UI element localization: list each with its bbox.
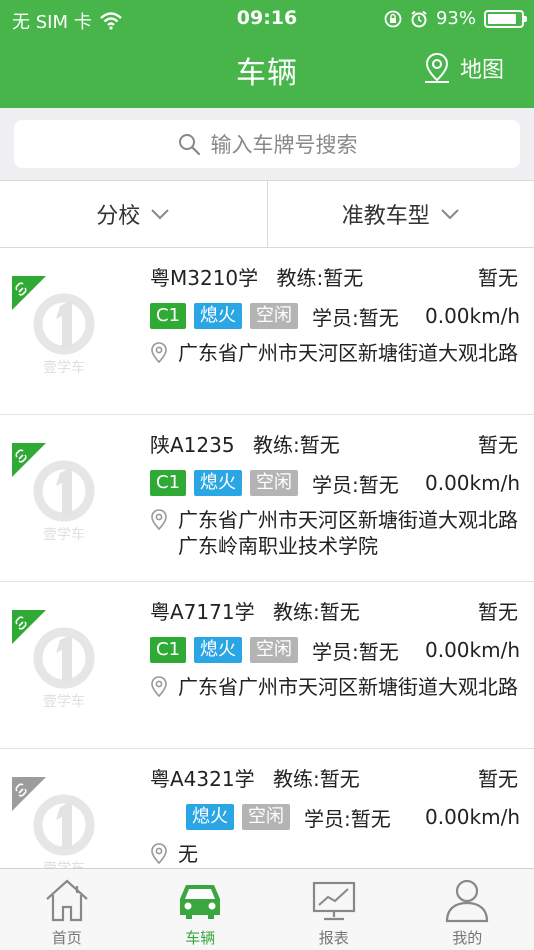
battery-percent: 93%: [435, 8, 476, 29]
usage-status-tag: 空闲: [242, 804, 290, 830]
search-input[interactable]: 输入车牌号搜索: [14, 120, 520, 168]
tab-profile[interactable]: 我的: [401, 869, 534, 950]
usage-status-tag: 空闲: [250, 470, 299, 496]
alarm-icon: [411, 10, 427, 27]
coach-label: 教练:暂无: [272, 600, 360, 624]
logo-text: 壹学车: [43, 693, 85, 710]
location-pin-icon: [151, 342, 167, 364]
chevron-down-icon: [151, 209, 169, 220]
tab-reports[interactable]: 报表: [267, 869, 401, 950]
logo-text: 壹学车: [43, 359, 85, 376]
map-button[interactable]: 地图: [422, 52, 504, 84]
vehicle-logo: 壹学车: [12, 777, 95, 868]
bottom-tab-bar: 首页 车辆 报表 我的: [0, 868, 534, 950]
plate-number: 粤M3210学: [150, 266, 259, 290]
search-bar: 输入车牌号搜索: [0, 108, 534, 180]
tab-label: 我的: [452, 929, 483, 947]
plate-number: 陕A1235: [150, 433, 235, 457]
filter-label: 分校: [96, 204, 141, 229]
address-text: 广东省广州市天河区新塘街道大观北路: [178, 675, 518, 699]
location-pin-icon: [151, 676, 167, 698]
address-text: 广东省广州市天河区新塘街道大观北路: [178, 341, 518, 365]
engine-status-tag: 熄火: [194, 637, 243, 663]
plate-number: 粤A7171学: [150, 600, 255, 624]
logo-text: 壹学车: [43, 526, 85, 543]
speed-value: 0.00km/h: [424, 805, 520, 829]
speed-value: 0.00km/h: [424, 304, 520, 328]
coach-label: 教练:暂无: [276, 266, 364, 290]
vehicle-item[interactable]: 壹学车 粤A7171学 教练:暂无 暂无 C1 熄火 空闲 学员:暂无 0.00…: [0, 582, 534, 749]
car-icon: [180, 885, 221, 919]
license-type-tag: C1: [150, 637, 187, 663]
top-bar: 无 SIM 卡 09:16 93% 车辆 地图: [0, 0, 534, 108]
plate-and-coach: 粤A4321学 教练:暂无: [150, 763, 360, 792]
vehicle-item[interactable]: 壹学车 陕A1235 教练:暂无 暂无 C1 熄火 空闲 学员:暂无 0.00k…: [0, 415, 534, 582]
tab-label: 车辆: [185, 929, 216, 947]
usage-status-tag: 空闲: [250, 637, 299, 663]
filter-label: 准教车型: [341, 204, 430, 229]
plate-and-coach: 粤M3210学 教练:暂无: [150, 262, 363, 291]
search-placeholder: 输入车牌号搜索: [210, 133, 358, 157]
user-icon: [446, 879, 489, 923]
speed-value: 0.00km/h: [424, 471, 520, 495]
vehicle-logo: 壹学车: [12, 443, 95, 543]
engine-status-tag: 熄火: [194, 303, 243, 329]
tab-home[interactable]: 首页: [0, 869, 134, 950]
usage-status-tag: 空闲: [250, 303, 299, 329]
map-pin-icon: [424, 52, 449, 83]
engine-status-tag: 熄火: [186, 804, 234, 830]
home-icon: [46, 879, 88, 922]
chevron-down-icon: [441, 209, 459, 220]
tab-vehicles[interactable]: 车辆: [134, 869, 268, 950]
student-label: 学员:暂无: [312, 305, 399, 330]
vehicle-item[interactable]: 壹学车 粤A4321学 教练:暂无 暂无 熄火 空闲 学员:暂无 0.00km/…: [0, 749, 534, 868]
plate-number: 粤A4321学: [150, 767, 255, 791]
battery-icon: [484, 9, 527, 28]
vehicle-logo: 壹学车: [12, 610, 95, 710]
filter-bar: 分校 准教车型: [0, 180, 534, 248]
address-text: 广东省广州市天河区新塘街道大观北路广东岭南职业技术学院: [178, 508, 518, 558]
engine-status-tag: 熄火: [194, 470, 243, 496]
vehicle-list: 壹学车 粤M3210学 教练:暂无 暂无 C1 熄火 空闲 学员:暂无 0.00…: [0, 248, 534, 868]
vehicle-status: 暂无: [478, 767, 518, 791]
coach-label: 教练:暂无: [252, 433, 340, 457]
address-text: 无: [178, 842, 198, 866]
chart-icon: [312, 881, 355, 921]
status-bar: 无 SIM 卡 09:16 93%: [0, 0, 534, 38]
vehicle-status: 暂无: [478, 266, 518, 290]
student-label: 学员:暂无: [312, 472, 399, 497]
plate-and-coach: 陕A1235 教练:暂无: [150, 429, 340, 458]
location-pin-icon: [151, 843, 167, 865]
tab-label: 首页: [51, 929, 82, 947]
filter-branch-school[interactable]: 分校: [0, 181, 267, 247]
student-label: 学员:暂无: [304, 806, 391, 831]
filter-vehicle-type[interactable]: 准教车型: [266, 181, 534, 247]
student-label: 学员:暂无: [312, 639, 399, 664]
coach-label: 教练:暂无: [272, 767, 360, 791]
license-type-tag: C1: [150, 303, 187, 329]
map-button-label: 地图: [459, 58, 504, 83]
logo-text: 壹学车: [43, 860, 85, 868]
location-pin-icon: [151, 509, 167, 531]
vehicle-status: 暂无: [478, 600, 518, 624]
vehicle-logo: 壹学车: [12, 276, 95, 376]
vehicle-item[interactable]: 壹学车 粤M3210学 教练:暂无 暂无 C1 熄火 空闲 学员:暂无 0.00…: [0, 248, 534, 415]
vehicle-status: 暂无: [478, 433, 518, 457]
tab-label: 报表: [318, 929, 349, 947]
rotation-lock-icon: [384, 10, 402, 27]
search-icon: [178, 134, 200, 156]
speed-value: 0.00km/h: [424, 638, 520, 662]
license-type-tag: C1: [150, 470, 187, 496]
plate-and-coach: 粤A7171学 教练:暂无: [150, 596, 360, 625]
